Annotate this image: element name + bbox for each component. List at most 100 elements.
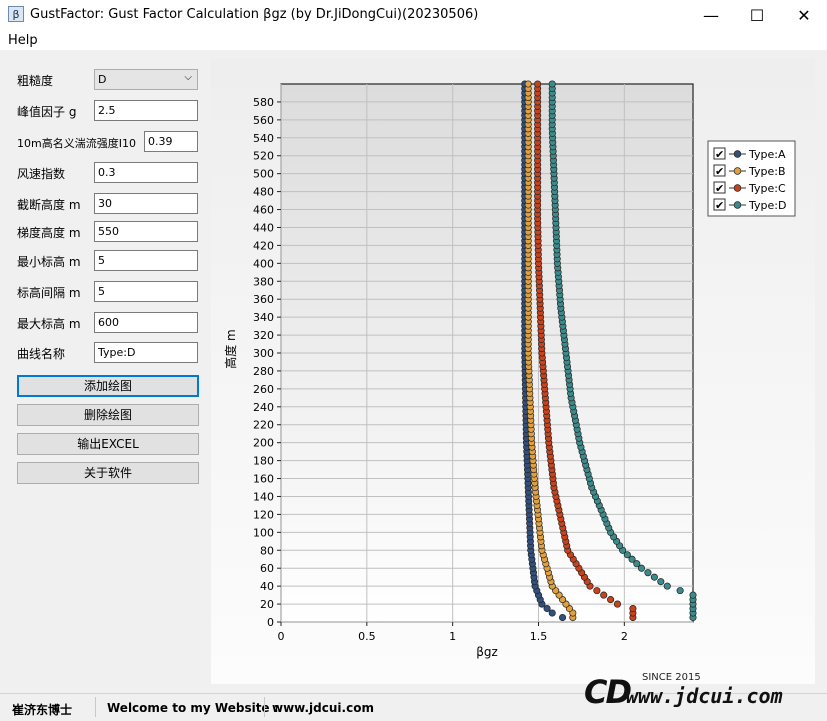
y-tick-label: 580 (253, 96, 274, 109)
y-tick-label: 560 (253, 114, 274, 127)
curve-name-input[interactable] (94, 342, 198, 363)
x-tick-label: 0.5 (358, 630, 376, 643)
gradient-height-label: 梯度高度 m (17, 226, 81, 240)
y-tick-label: 440 (253, 221, 274, 234)
data-point (650, 573, 658, 581)
data-point (593, 587, 601, 595)
max-height-input[interactable] (94, 312, 198, 333)
max-height-label: 最大标高 m (17, 317, 81, 331)
menu-bar: Help (0, 30, 827, 50)
cutoff-height-label: 截断高度 m (17, 198, 81, 212)
peak-factor-input[interactable] (94, 100, 198, 121)
x-tick-label: 1 (449, 630, 456, 643)
min-height-label: 最小标高 m (17, 255, 81, 269)
cutoff-height-input[interactable] (94, 193, 198, 214)
logo-since: SINCE 2015 (642, 672, 701, 683)
peak-factor-label: 峰值因子 g (17, 105, 77, 119)
roughness-label: 粗糙度 (17, 74, 54, 88)
checkmark-icon: ✔ (715, 148, 724, 161)
wind-exponent-label: 风速指数 (17, 167, 66, 181)
y-tick-label: 480 (253, 186, 274, 199)
x-tick-label: 0 (278, 630, 285, 643)
legend-label: Type:B (748, 165, 786, 178)
roughness-value: D (98, 73, 107, 86)
y-tick-label: 380 (253, 275, 274, 288)
height-step-input[interactable] (94, 281, 198, 302)
y-tick-label: 320 (253, 329, 274, 342)
data-point (657, 578, 665, 586)
data-point (534, 80, 542, 88)
y-tick-label: 280 (253, 365, 274, 378)
data-point (644, 569, 652, 577)
min-height-input[interactable] (94, 250, 198, 271)
legend-marker (733, 167, 742, 175)
y-tick-label: 160 (253, 473, 274, 486)
y-tick-label: 140 (253, 490, 274, 503)
maximize-button[interactable]: ☐ (734, 0, 780, 30)
checkmark-icon: ✔ (715, 165, 724, 178)
y-tick-label: 220 (253, 419, 274, 432)
y-tick-label: 460 (253, 204, 274, 217)
y-axis-ticks: 0 20 40 60 80 100 120 140 160 180 200 220 240 260 280 3… (253, 96, 281, 629)
legend-label: Type:D (748, 199, 786, 212)
data-point (663, 582, 671, 590)
window-title: GustFactor: Gust Factor Calculation βgz … (30, 7, 479, 22)
data-point (558, 613, 567, 622)
menu-help[interactable]: Help (8, 33, 38, 48)
add-plot-button[interactable]: 添加绘图 (17, 375, 199, 397)
y-tick-label: 400 (253, 257, 274, 270)
legend-label: Type:A (748, 148, 786, 161)
y-tick-label: 120 (253, 508, 274, 521)
x-tick-label: 1.5 (530, 630, 548, 643)
y-tick-label: 420 (253, 239, 274, 252)
data-point (548, 80, 556, 88)
roughness-select[interactable]: D ⌵ (94, 69, 198, 90)
checkmark-icon: ✔ (715, 182, 724, 195)
height-step-label: 标高间隔 m (17, 286, 81, 300)
x-axis-label: βgz (476, 645, 498, 659)
minimize-button[interactable]: — (688, 0, 734, 30)
status-separator (264, 697, 265, 717)
y-tick-label: 340 (253, 311, 274, 324)
x-axis-ticks: 0 0.5 1 1.5 2 (278, 622, 628, 643)
y-tick-label: 100 (253, 526, 274, 539)
close-button[interactable]: ✕ (781, 0, 827, 30)
y-tick-label: 360 (253, 293, 274, 306)
legend-marker (733, 184, 742, 192)
status-welcome: Welcome to my Website : (107, 701, 279, 715)
data-point (613, 600, 622, 608)
gradient-height-input[interactable] (94, 221, 198, 242)
y-tick-label: 40 (260, 580, 274, 593)
export-excel-button[interactable]: 输出EXCEL (17, 433, 199, 455)
about-button[interactable]: 关于软件 (17, 462, 199, 484)
y-tick-label: 200 (253, 437, 274, 450)
wind-exponent-input[interactable] (94, 162, 198, 183)
title-bar: β GustFactor: Gust Factor Calculation βg… (0, 0, 827, 30)
data-point (543, 604, 551, 613)
logo-mark: CD (584, 673, 632, 711)
logo-url: www.jdcui.com (626, 684, 783, 708)
chevron-down-icon: ⌵ (184, 72, 192, 83)
data-point (689, 591, 697, 599)
status-author: 崔济东博士 (12, 703, 73, 717)
legend[interactable]: ✔ Type:A ✔ Type:B ✔ Type:C ✔ Type:D (707, 140, 796, 217)
y-axis-label: 高度 m (223, 329, 238, 369)
app-icon: β (8, 6, 24, 22)
delete-plot-button[interactable]: 删除绘图 (17, 404, 199, 426)
legend-marker (733, 150, 742, 158)
y-tick-label: 0 (267, 616, 274, 629)
status-separator (95, 697, 96, 717)
legend-marker (733, 201, 742, 209)
y-tick-label: 260 (253, 383, 274, 396)
site-logo: CD SINCE 2015 www.jdcui.com (584, 670, 824, 714)
status-site-link[interactable]: www.jdcui.com (272, 701, 374, 715)
data-point (548, 609, 556, 617)
y-tick-label: 540 (253, 132, 274, 145)
checkmark-icon: ✔ (715, 199, 724, 212)
gust-factor-chart[interactable]: 0204060801001201401601802002202402602803… (211, 59, 815, 684)
y-tick-label: 60 (260, 562, 274, 575)
y-tick-label: 240 (253, 401, 274, 414)
y-tick-label: 80 (260, 544, 274, 557)
legend-label: Type:C (748, 182, 786, 195)
turbulence-input[interactable] (144, 131, 198, 152)
